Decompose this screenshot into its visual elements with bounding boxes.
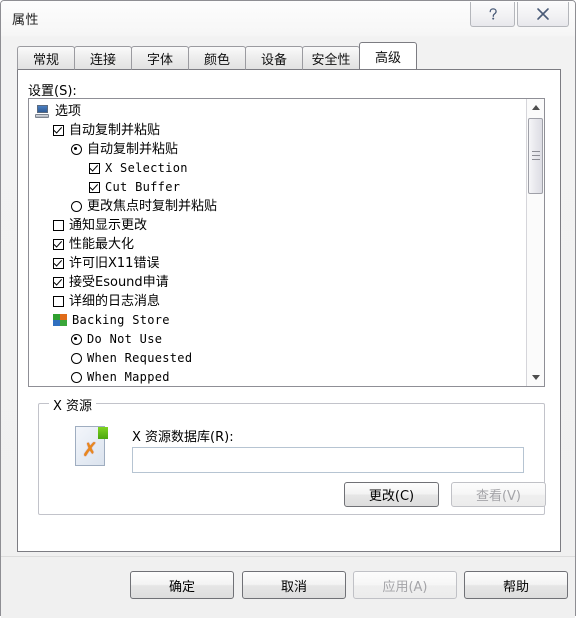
dialog-button-bar: 确定 取消 应用(A) 帮助 <box>1 556 575 618</box>
tab-color[interactable]: 颜色 <box>188 46 246 70</box>
tab-security[interactable]: 安全性 <box>302 46 360 70</box>
checkbox-unchecked-icon[interactable] <box>53 296 64 307</box>
cancel-button[interactable]: 取消 <box>242 571 346 599</box>
tree-item[interactable]: Do Not Use <box>29 330 525 349</box>
tree-item[interactable]: 更改焦点时复制并粘贴 <box>29 197 525 216</box>
scrollbar-thumb[interactable] <box>528 118 543 194</box>
x-resources-group-title: X 资源 <box>49 395 97 414</box>
tree-item-label: 性能最大化 <box>69 237 135 252</box>
tree-item[interactable]: 详细的日志消息 <box>29 292 525 311</box>
checkbox-checked-icon[interactable] <box>53 277 64 288</box>
checkbox-checked-icon[interactable] <box>53 239 64 250</box>
tree-item-label: 许可旧X11错误 <box>69 256 160 271</box>
tab-connection[interactable]: 连接 <box>74 46 132 70</box>
tree-item-label: 通知显示更改 <box>69 218 148 233</box>
tree-item[interactable]: Cut Buffer <box>29 178 525 197</box>
tree-vertical-scrollbar[interactable] <box>526 99 544 386</box>
scroll-up-arrow-icon[interactable] <box>527 99 544 116</box>
tab-advanced[interactable]: 高级 <box>359 42 417 70</box>
scroll-down-arrow-icon[interactable] <box>527 369 544 386</box>
properties-dialog-window: 属性 常规 连接 字体 颜色 设备 安全性 高级 设置(S): 选项 自动复制并… <box>0 0 576 618</box>
tab-strip: 常规 连接 字体 颜色 设备 安全性 高级 <box>17 42 417 70</box>
checkbox-checked-icon[interactable] <box>89 182 100 193</box>
checkbox-checked-icon[interactable] <box>53 125 64 136</box>
question-mark-icon <box>471 2 514 26</box>
resource-database-input[interactable] <box>132 447 524 473</box>
tree-item-label: Backing Store <box>72 313 170 327</box>
tab-font[interactable]: 字体 <box>131 46 189 70</box>
tree-item-label: 更改焦点时复制并粘贴 <box>87 199 218 214</box>
tree-item-label: Cut Buffer <box>105 180 181 194</box>
checkbox-unchecked-icon[interactable] <box>53 220 64 231</box>
close-icon <box>518 2 568 26</box>
tree-item-label: 选项 <box>55 104 82 119</box>
tree-item[interactable]: 自动复制并粘贴 <box>29 121 525 140</box>
window-inner: 属性 常规 连接 字体 颜色 设备 安全性 高级 设置(S): 选项 自动复制并… <box>1 1 575 618</box>
ok-button[interactable]: 确定 <box>130 571 234 599</box>
tree-item[interactable]: X Selection <box>29 159 525 178</box>
settings-tree-view[interactable]: 选项 自动复制并粘贴 自动复制并粘贴 X Selection Cut Buffer 更改焦… <box>28 98 545 387</box>
view-button: 查看(V) <box>451 482 546 507</box>
tree-item-label: X Selection <box>105 161 188 175</box>
tree-item[interactable]: 接受Esound申请 <box>29 273 525 292</box>
triangle-down-icon <box>531 375 540 380</box>
tree-item[interactable]: 选项 <box>29 102 525 121</box>
radio-checked-icon[interactable] <box>71 334 82 345</box>
tree-item[interactable]: When Mapped <box>29 368 525 386</box>
radio-checked-icon[interactable] <box>71 144 82 155</box>
tree-item-label: When Mapped <box>87 370 170 384</box>
change-button[interactable]: 更改(C) <box>344 482 439 507</box>
help-button[interactable] <box>470 2 515 27</box>
settings-label: 设置(S): <box>28 84 77 99</box>
triangle-up-icon <box>531 105 540 110</box>
tree-item[interactable]: When Requested <box>29 349 525 368</box>
checkbox-checked-icon[interactable] <box>89 163 100 174</box>
tree-item[interactable]: 许可旧X11错误 <box>29 254 525 273</box>
tree-item-label: 详细的日志消息 <box>69 294 161 309</box>
tree-item-label: Do Not Use <box>87 332 163 346</box>
tab-page-advanced: 设置(S): 选项 自动复制并粘贴 自动复制并粘贴 X Selection Cut Bu… <box>17 69 561 552</box>
tab-general[interactable]: 常规 <box>17 46 75 70</box>
radio-unchecked-icon[interactable] <box>71 353 82 364</box>
tree-item-label: 接受Esound申请 <box>69 275 169 290</box>
resource-file-icon: ✗ <box>75 426 109 468</box>
help-button-footer[interactable]: 帮助 <box>464 571 568 599</box>
settings-tree-items: 选项 自动复制并粘贴 自动复制并粘贴 X Selection Cut Buffer 更改焦… <box>29 102 525 386</box>
tree-item-label: When Requested <box>87 351 193 365</box>
tree-item-label: 自动复制并粘贴 <box>69 123 161 138</box>
tree-item[interactable]: 通知显示更改 <box>29 216 525 235</box>
window-title: 属性 <box>12 13 40 28</box>
tree-item[interactable]: 自动复制并粘贴 <box>29 140 525 159</box>
computer-icon <box>35 105 50 118</box>
tree-item-label: 自动复制并粘贴 <box>87 142 179 157</box>
close-button[interactable] <box>517 2 569 27</box>
resource-database-label: X 资源数据库(R): <box>132 430 234 445</box>
checkbox-checked-icon[interactable] <box>53 258 64 269</box>
apply-button: 应用(A) <box>353 571 457 599</box>
radio-unchecked-icon[interactable] <box>71 201 82 212</box>
scrollbar-grip-icon <box>532 151 540 161</box>
tree-item[interactable]: Backing Store <box>29 311 525 330</box>
backing-store-icon <box>53 314 67 327</box>
tab-device[interactable]: 设备 <box>245 46 303 70</box>
title-bar: 属性 <box>1 1 575 35</box>
x-resources-group: X 资源 ✗ X 资源数据库(R): 更改(C) 查看(V) <box>38 395 546 515</box>
radio-unchecked-icon[interactable] <box>71 372 82 383</box>
tree-item[interactable]: 性能最大化 <box>29 235 525 254</box>
